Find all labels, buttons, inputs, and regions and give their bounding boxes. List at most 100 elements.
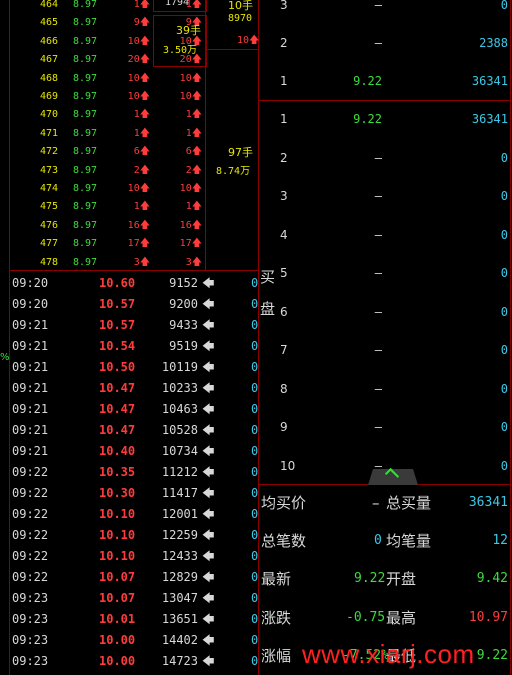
tick-price: 8.97: [73, 109, 98, 121]
sell-level-row[interactable]: 2 – 2388: [260, 24, 512, 62]
tick-price: 8.97: [73, 127, 98, 139]
tick-summary-box2-hand: 97手: [228, 146, 253, 159]
watermark: www.xiarj.com: [302, 639, 475, 669]
trade-volume: 10463: [161, 402, 198, 416]
tick-volume-cum: 10🡅: [179, 72, 202, 84]
trade-flag: 0: [251, 276, 259, 290]
trade-flag: 0: [251, 612, 259, 626]
sell-level-row[interactable]: 1 9.22 36341: [260, 62, 512, 100]
trade-row[interactable]: 09:21 10.47 10233 🡄 0: [0, 378, 258, 399]
trade-price: 10.57: [99, 318, 136, 332]
total-trades-value: 0: [374, 533, 382, 548]
trade-row[interactable]: 09:22 10.10 12259 🡄 0: [0, 525, 258, 546]
trade-row[interactable]: 09:22 10.07 12829 🡄 0: [0, 567, 258, 588]
arrow-left-icon: 🡄: [202, 486, 215, 500]
trade-row[interactable]: 09:21 10.50 10119 🡄 0: [0, 357, 258, 378]
trade-volume: 12259: [161, 528, 198, 542]
buy-level-row[interactable]: 9 – 0: [260, 408, 512, 446]
trade-row[interactable]: 09:22 10.30 11417 🡄 0: [0, 483, 258, 504]
stat-row-avg-buy: 均买价 – 总买量 36341: [260, 484, 512, 522]
trade-flag: 0: [251, 591, 259, 605]
tick-id: 469: [40, 91, 59, 102]
buy-level: 6: [280, 304, 288, 319]
buy-level-row[interactable]: 1 9.22 36341: [260, 100, 512, 138]
buy-level-row[interactable]: 5 – 0: [260, 254, 512, 292]
tick-volume: 1🡅: [133, 109, 150, 121]
trade-row[interactable]: 09:20 10.57 9200 🡄 0: [0, 294, 258, 315]
trade-time: 09:21: [12, 444, 49, 458]
sell-qty: 0: [500, 0, 508, 12]
tick-volume: 10🡅: [127, 183, 150, 194]
trade-row[interactable]: 09:21 10.54 9519 🡄 0: [0, 336, 258, 357]
trade-row[interactable]: 09:20 10.60 9152 🡄 0: [0, 273, 258, 294]
arrow-left-icon: 🡄: [202, 654, 215, 668]
trade-time: 09:21: [12, 423, 49, 437]
trade-volume: 10528: [161, 423, 198, 437]
trade-price: 10.10: [99, 549, 136, 563]
buy-qty: 0: [500, 381, 508, 396]
trade-row[interactable]: 09:21 10.40 10734 🡄 0: [0, 441, 258, 462]
stat-row-latest: 最新 9.22 开盘 9.42: [260, 560, 512, 598]
arrow-left-icon: 🡄: [202, 318, 215, 332]
tick-volume: 1🡅: [133, 127, 150, 139]
buy-level-row[interactable]: 2 – 0: [260, 139, 512, 177]
buy-qty: 0: [500, 458, 508, 473]
tick-summary-box2-amount: 8.74万: [216, 166, 251, 177]
trade-volume: 13651: [161, 612, 198, 626]
buy-level-row[interactable]: 7 – 0: [260, 331, 512, 369]
trade-row[interactable]: 09:23 10.07 13047 🡄 0: [0, 588, 258, 609]
trade-flag: 0: [251, 654, 259, 668]
tick-volume: 20🡅: [127, 54, 150, 66]
trade-price: 10.00: [99, 633, 136, 647]
trade-flag: 0: [251, 528, 259, 542]
buy-level-row[interactable]: 3 – 0: [260, 177, 512, 215]
trade-time: 09:23: [12, 633, 49, 647]
sell-qty: 2388: [479, 36, 508, 50]
arrow-left-icon: 🡄: [202, 381, 215, 395]
tick-volume: 16🡅: [127, 219, 150, 231]
tick-volume: 6🡅: [133, 146, 150, 158]
trade-row[interactable]: 09:23 10.00 14402 🡄 0: [0, 630, 258, 651]
tick-volume: 10🡅: [127, 91, 150, 102]
tick-id: 470: [40, 109, 59, 121]
arrow-left-icon: 🡄: [202, 339, 215, 353]
buy-level: 3: [280, 189, 288, 203]
buy-level: 5: [280, 266, 288, 280]
avg-trade-label: 均笔量: [386, 532, 432, 550]
buy-level-row[interactable]: 8 – 0: [260, 370, 512, 408]
trade-row[interactable]: 09:21 10.57 9433 🡄 0: [0, 315, 258, 336]
tick-id: 468: [40, 72, 59, 84]
open-label: 开盘: [386, 570, 417, 588]
stat-row-change: 涨跌 -0.75 最高 10.97: [260, 599, 512, 637]
buy-price: –: [374, 343, 382, 357]
buy-level-row[interactable]: 4 – 0: [260, 216, 512, 254]
trade-row[interactable]: 09:22 10.35 11212 🡄 0: [0, 462, 258, 483]
trade-flag: 0: [251, 381, 259, 395]
trade-row[interactable]: 09:23 10.00 14723 🡄 0: [0, 651, 258, 672]
sell-level-row[interactable]: 3 – 0: [260, 0, 512, 24]
trade-volume: 9200: [169, 297, 198, 311]
trade-flag: 0: [251, 465, 259, 479]
tick-volume: 1🡅: [133, 201, 150, 213]
trade-row[interactable]: 09:21 10.47 10528 🡄 0: [0, 420, 258, 441]
trade-row[interactable]: 09:21 10.47 10463 🡄 0: [0, 399, 258, 420]
trade-time: 09:21: [12, 381, 49, 395]
trade-volume: 9519: [169, 339, 198, 353]
tick-volume-cum: 10🡅: [179, 183, 202, 194]
trade-time: 09:20: [12, 276, 49, 290]
buy-level-row[interactable]: 6 – 0: [260, 293, 512, 331]
trade-flag: 0: [251, 549, 259, 563]
trade-price: 10.07: [99, 570, 136, 584]
tick-id: 474: [40, 183, 59, 194]
trade-row[interactable]: 09:22 10.10 12433 🡄 0: [0, 546, 258, 567]
trade-price: 10.47: [99, 402, 136, 416]
trade-row[interactable]: 09:22 10.10 12001 🡄 0: [0, 504, 258, 525]
trade-row[interactable]: 09:23 10.01 13651 🡄 0: [0, 609, 258, 630]
trade-flag: 0: [251, 360, 259, 374]
sell-qty: 36341: [471, 74, 508, 88]
tick-volume-cum: 1🡅: [185, 127, 202, 139]
trade-flag: 0: [251, 423, 259, 437]
trade-price: 10.50: [99, 360, 136, 374]
tick-volume-cum: 17🡅: [179, 238, 202, 250]
tick-volume-cum: 1🡅: [185, 201, 202, 213]
